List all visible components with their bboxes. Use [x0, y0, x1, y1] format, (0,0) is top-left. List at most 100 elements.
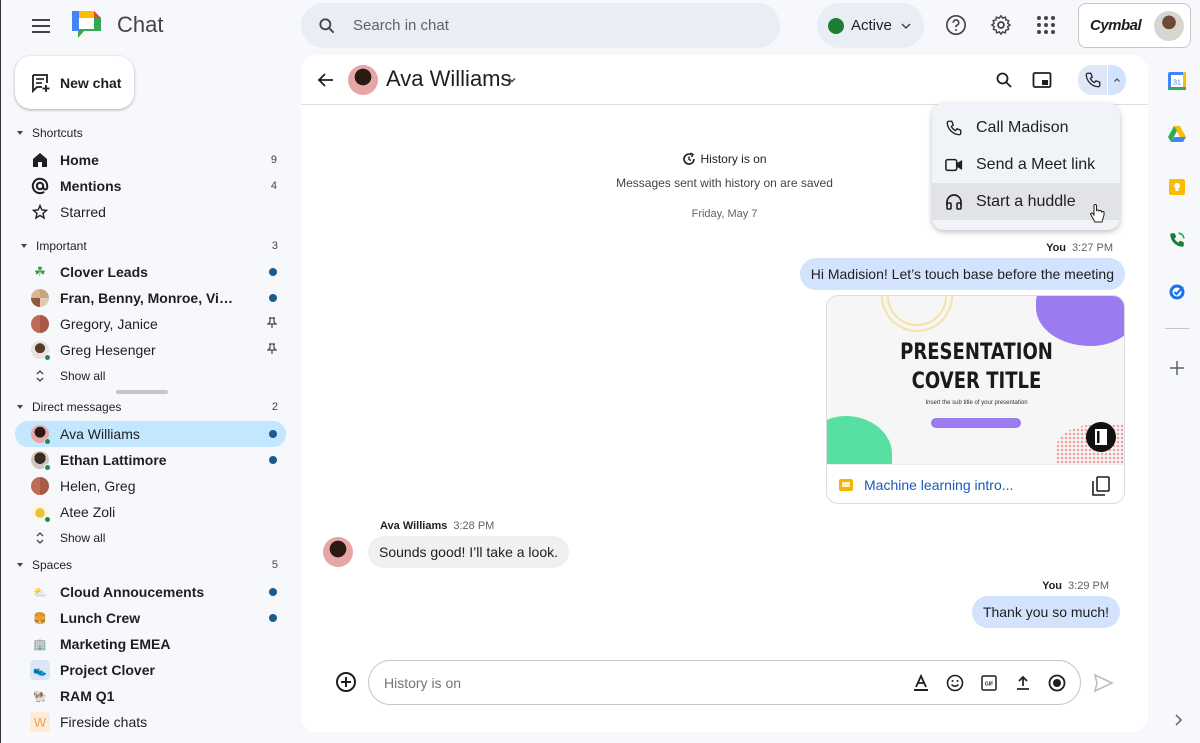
contact-name[interactable]: Ava Williams	[386, 66, 512, 92]
sender-name: Ava Williams	[380, 520, 448, 532]
drive-icon	[1168, 126, 1186, 142]
call-button[interactable]	[1078, 65, 1108, 95]
hamburger-line	[32, 31, 50, 33]
show-all-direct-messages[interactable]: Show all	[15, 526, 286, 550]
section-important-header[interactable]: Important 3	[1, 234, 296, 258]
history-title-text: History is on	[700, 152, 767, 166]
sidebar-item-cloud-annoucements[interactable]: ⛅ Cloud Annoucements	[15, 579, 286, 605]
slide-title: PRESENTATION COVER TITLE	[854, 338, 1099, 396]
status-dropdown[interactable]: Active	[817, 3, 924, 48]
open-in-popup-button[interactable]	[1030, 68, 1054, 92]
help-button[interactable]	[944, 13, 968, 37]
status-dot	[828, 17, 844, 34]
chevron-right-icon[interactable]	[1171, 712, 1185, 728]
message-meta: You 3:29 PM	[1042, 580, 1109, 592]
format-text-button[interactable]	[911, 673, 931, 693]
sender-avatar[interactable]	[323, 537, 353, 567]
add-app-button[interactable]	[1167, 358, 1187, 378]
expand-icon	[30, 366, 50, 386]
file-attachment-card[interactable]: PRESENTATION COVER TITLE Insert the sub …	[826, 295, 1125, 504]
sidebar-item-ava-williams[interactable]: Ava Williams	[15, 421, 286, 447]
menu-item-call[interactable]: Call Madison	[932, 109, 1120, 146]
show-all-important[interactable]: Show all	[15, 364, 286, 388]
sidebar-item-lunch-crew[interactable]: 🍔 Lunch Crew	[15, 605, 286, 631]
chevron-down-icon[interactable]	[506, 74, 518, 86]
search-bar[interactable]	[301, 3, 780, 48]
rail-divider	[1165, 328, 1189, 329]
section-shortcuts-header[interactable]: Shortcuts	[1, 121, 296, 145]
attachment-name[interactable]: Machine learning intro...	[864, 477, 1013, 493]
sidebar-item-marketing-emea[interactable]: 🏢 Marketing EMEA	[15, 631, 286, 657]
sidebar-item-greg-hesenger[interactable]: Greg Hesenger	[15, 337, 286, 363]
pin-icon[interactable]	[266, 316, 278, 332]
search-in-conversation-button[interactable]	[992, 68, 1016, 92]
search-input[interactable]	[353, 17, 733, 34]
video-icon	[945, 158, 963, 171]
sidebar-scrollbar[interactable]	[116, 390, 168, 394]
message-bubble-incoming[interactable]: Sounds good! I’ll take a look.	[368, 536, 570, 568]
sender-name: You	[1042, 580, 1063, 592]
apps-button[interactable]	[1034, 13, 1058, 37]
back-arrow-icon[interactable]	[315, 69, 337, 91]
collapse-triangle-icon	[17, 563, 23, 567]
emoji-button[interactable]	[945, 673, 965, 693]
sidebar-item-starred[interactable]: Starred	[15, 199, 286, 225]
menu-item-send-meet-link[interactable]: Send a Meet link	[932, 146, 1120, 183]
space-emoji-icon: 🏢	[33, 638, 47, 651]
gif-button[interactable]: GIF	[979, 673, 999, 693]
section-direct-messages-header[interactable]: Direct messages 2	[1, 395, 296, 419]
sidebar-item-ethan-lattimore[interactable]: Ethan Lattimore	[15, 447, 286, 473]
upload-file-button[interactable]	[1013, 673, 1033, 693]
sidebar-item-helen-greg[interactable]: Helen, Greg	[15, 473, 286, 499]
org-logo: Cymbal	[1090, 17, 1142, 34]
sidebar-item-group-chat[interactable]: Fran, Benny, Monroe, Vin...	[15, 285, 286, 311]
user-avatar	[30, 450, 51, 471]
sidebar-item-fireside-chats[interactable]: W Fireside chats	[15, 709, 286, 735]
send-icon[interactable]	[1092, 672, 1114, 694]
slides-file-icon	[839, 479, 853, 491]
new-chat-label: New chat	[60, 74, 122, 91]
gif-icon: GIF	[981, 675, 997, 691]
sidebar-item-clover-leads[interactable]: ☘ Clover Leads	[15, 259, 286, 285]
message-input[interactable]	[384, 674, 884, 691]
account-button[interactable]: Cymbal	[1078, 3, 1191, 48]
record-video-button[interactable]	[1047, 673, 1067, 693]
keep-app-button[interactable]	[1167, 177, 1187, 197]
sidebar-item-project-clover[interactable]: 👟 Project Clover	[15, 657, 286, 683]
new-chat-icon	[32, 73, 50, 93]
call-options-dropdown[interactable]	[1108, 65, 1126, 95]
drive-app-button[interactable]	[1167, 124, 1187, 144]
settings-button[interactable]	[989, 13, 1013, 37]
sidebar-item-label: Ethan Lattimore	[60, 452, 167, 468]
sidebar-item-ram-q1[interactable]: 🐏 RAM Q1	[15, 683, 286, 709]
voice-app-button[interactable]	[1167, 230, 1187, 250]
search-icon	[996, 72, 1012, 88]
account-avatar	[1154, 10, 1185, 41]
sender-name: You	[1046, 242, 1067, 254]
add-attachment-icon[interactable]	[335, 671, 357, 693]
tasks-app-button[interactable]	[1167, 282, 1187, 302]
new-chat-button[interactable]: New chat	[15, 56, 134, 109]
main-menu-button[interactable]	[25, 12, 57, 40]
collapse-triangle-icon	[17, 131, 23, 135]
calendar-app-button[interactable]: 31	[1167, 71, 1187, 91]
sidebar-item-label: Ava Williams	[60, 426, 140, 442]
section-count: 5	[271, 559, 278, 571]
message-bubble-outgoing[interactable]: Hi Madision! Let’s touch base before the…	[799, 258, 1125, 290]
section-spaces-header[interactable]: Spaces 5	[1, 553, 296, 577]
chevron-up-icon	[1114, 78, 1121, 82]
chat-header: Ava Williams	[301, 55, 1148, 105]
chevron-down-icon	[901, 22, 911, 29]
user-avatar	[30, 424, 51, 445]
picture-in-picture-icon	[1032, 72, 1052, 88]
pin-icon[interactable]	[266, 342, 278, 358]
sidebar-item-mentions[interactable]: Mentions 4	[15, 173, 286, 199]
open-in-side-panel-icon[interactable]	[1086, 422, 1116, 452]
copy-icon[interactable]	[1092, 476, 1110, 496]
sidebar-item-home[interactable]: Home 9	[15, 147, 286, 173]
sidebar-item-atee-zoli[interactable]: Atee Zoli	[15, 499, 286, 525]
collapse-triangle-icon	[17, 405, 23, 409]
sidebar-item-gregory-janice[interactable]: Gregory, Janice	[15, 311, 286, 337]
record-icon	[1048, 674, 1066, 692]
message-bubble-outgoing[interactable]: Thank you so much!	[971, 596, 1120, 628]
